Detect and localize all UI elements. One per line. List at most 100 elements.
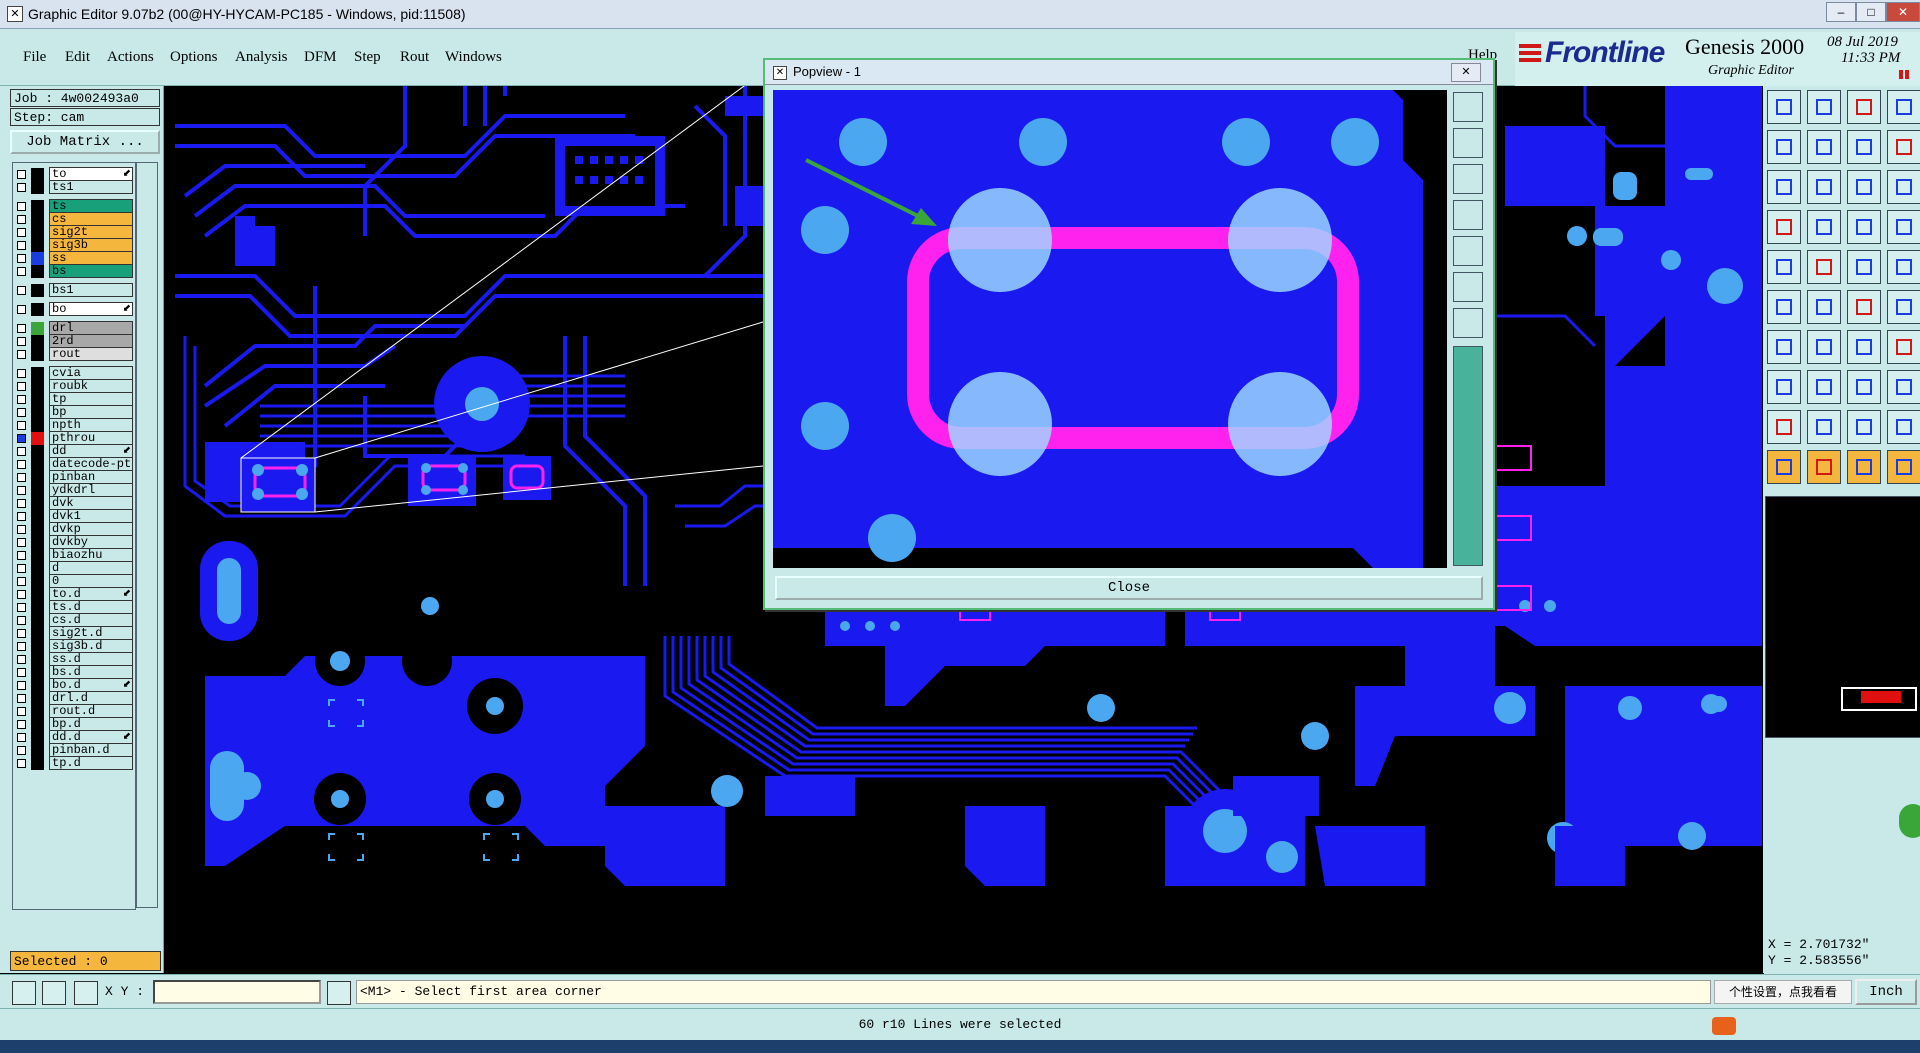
edit-icon[interactable] <box>42 981 66 1005</box>
arrow-select-icon[interactable] <box>1767 450 1801 484</box>
flag-red-icon[interactable] <box>1887 330 1920 364</box>
line-blue-icon[interactable] <box>1807 330 1841 364</box>
layer-checkbox[interactable] <box>17 215 26 224</box>
layer-checkbox[interactable] <box>17 512 26 521</box>
info-icon[interactable] <box>327 981 351 1005</box>
popview-fit-icon[interactable] <box>1453 308 1483 338</box>
graph-icon[interactable] <box>1887 210 1920 244</box>
triangle-outline-icon[interactable] <box>1767 410 1801 444</box>
link-icon[interactable] <box>1887 290 1920 324</box>
pin-tool-icon[interactable] <box>1807 210 1841 244</box>
layer-checkbox[interactable] <box>17 305 26 314</box>
layer-checkbox[interactable] <box>17 707 26 716</box>
popview-close-button[interactable]: Close <box>775 576 1483 600</box>
layer-checkbox[interactable] <box>17 369 26 378</box>
layer-up-icon[interactable] <box>1767 90 1801 124</box>
triangle-icon[interactable] <box>1807 410 1841 444</box>
layer-list[interactable]: to ⬋ ts1 ts cs sig2t sig3b ss bs bs1 bo ⬋ drl 2rd rout… <box>12 162 136 910</box>
layer-checkbox[interactable] <box>17 577 26 586</box>
point-icon[interactable] <box>1767 250 1801 284</box>
popview-zoom-canvas[interactable] <box>773 90 1447 568</box>
line-red-icon[interactable] <box>1767 330 1801 364</box>
layer-down-icon[interactable] <box>1807 90 1841 124</box>
layer-checkbox[interactable] <box>17 267 26 276</box>
arrow-chart-icon[interactable] <box>1887 450 1920 484</box>
ruler-bar-icon[interactable] <box>1847 250 1881 284</box>
box-select-icon[interactable] <box>1887 90 1920 124</box>
snap-icon[interactable] <box>12 981 36 1005</box>
minimize-button[interactable]: – <box>1826 2 1856 22</box>
swap-icon[interactable] <box>1847 130 1881 164</box>
layer-checkbox[interactable] <box>17 447 26 456</box>
popview-close-icon[interactable]: ✕ <box>1451 63 1481 82</box>
layer-checkbox[interactable] <box>17 421 26 430</box>
layer-checkbox[interactable] <box>17 228 26 237</box>
layer-checkbox[interactable] <box>17 564 26 573</box>
layer-row[interactable]: rout <box>13 347 135 362</box>
dash-icon[interactable] <box>1807 370 1841 404</box>
layer-checkbox[interactable] <box>17 337 26 346</box>
menu-edit[interactable]: Edit <box>65 49 90 66</box>
arrow-select-3-icon[interactable] <box>1847 450 1881 484</box>
connect-icon[interactable] <box>1767 290 1801 324</box>
cross-icon[interactable] <box>1807 290 1841 324</box>
layer-checkbox[interactable] <box>17 733 26 742</box>
popview-zoom-out-icon[interactable] <box>1453 164 1483 194</box>
layer-checkbox[interactable] <box>17 434 26 443</box>
triangle-alt-icon[interactable] <box>1887 410 1920 444</box>
layer-checkbox[interactable] <box>17 668 26 677</box>
popview-title-bar[interactable]: ✕ Popview - 1 ✕ <box>765 60 1493 85</box>
layer-checkbox[interactable] <box>17 616 26 625</box>
layer-checkbox[interactable] <box>17 720 26 729</box>
layer-checkbox[interactable] <box>17 395 26 404</box>
angle-icon[interactable] <box>1807 250 1841 284</box>
layer-checkbox[interactable] <box>17 538 26 547</box>
layer-checkbox[interactable] <box>17 746 26 755</box>
menu-analysis[interactable]: Analysis <box>235 49 288 66</box>
box-alt-icon[interactable] <box>1887 130 1920 164</box>
popview-zoom-fit-icon[interactable] <box>1453 92 1483 122</box>
layer-row[interactable]: ts1 <box>13 180 135 195</box>
layer-checkbox[interactable] <box>17 629 26 638</box>
popview-pan-left-icon[interactable] <box>1453 200 1483 230</box>
menu-rout[interactable]: Rout <box>400 49 429 66</box>
layer-row[interactable]: bo ⬋ <box>13 302 135 317</box>
arrow-select-2-icon[interactable] <box>1807 450 1841 484</box>
snap-red-icon[interactable] <box>1847 290 1881 324</box>
layer-checkbox[interactable] <box>17 642 26 651</box>
menu-dfm[interactable]: DFM <box>304 49 337 66</box>
home-icon[interactable] <box>1847 90 1881 124</box>
layer-row[interactable]: bs <box>13 264 135 279</box>
menu-step[interactable]: Step <box>354 49 381 66</box>
layer-checkbox[interactable] <box>17 590 26 599</box>
layer-checkbox[interactable] <box>17 254 26 263</box>
frame-icon[interactable] <box>1847 370 1881 404</box>
arc-tool-icon[interactable] <box>1847 330 1881 364</box>
popview-pan-right-icon[interactable] <box>1453 236 1483 266</box>
menu-windows[interactable]: Windows <box>445 49 502 66</box>
layer-checkbox[interactable] <box>17 202 26 211</box>
measure-icon[interactable] <box>1767 210 1801 244</box>
layer-checkbox[interactable] <box>17 525 26 534</box>
layer-checkbox[interactable] <box>17 183 26 192</box>
zoom-fit-icon[interactable] <box>1767 170 1801 204</box>
pan-right-icon[interactable] <box>1807 130 1841 164</box>
triangle-fill-icon[interactable] <box>1847 410 1881 444</box>
layer-checkbox[interactable] <box>17 603 26 612</box>
layer-checkbox[interactable] <box>17 551 26 560</box>
ime-logo-icon[interactable] <box>1712 1017 1736 1035</box>
ruler-icon[interactable] <box>1847 210 1881 244</box>
popview-scrollbar[interactable] <box>1453 346 1483 566</box>
popview-window[interactable]: ✕ Popview - 1 ✕ Close <box>763 58 1495 610</box>
popview-zoom-in-icon[interactable] <box>1453 128 1483 158</box>
layer-checkbox[interactable] <box>17 694 26 703</box>
xy-input[interactable] <box>153 980 321 1004</box>
layer-checkbox[interactable] <box>17 408 26 417</box>
menu-actions[interactable]: Actions <box>107 49 154 66</box>
layer-checkbox[interactable] <box>17 473 26 482</box>
job-matrix-button[interactable]: Job Matrix ... <box>10 130 160 154</box>
popview-center-icon[interactable] <box>1453 272 1483 302</box>
menu-options[interactable]: Options <box>170 49 218 66</box>
maximize-button[interactable]: □ <box>1856 2 1886 22</box>
layer-checkbox[interactable] <box>17 382 26 391</box>
